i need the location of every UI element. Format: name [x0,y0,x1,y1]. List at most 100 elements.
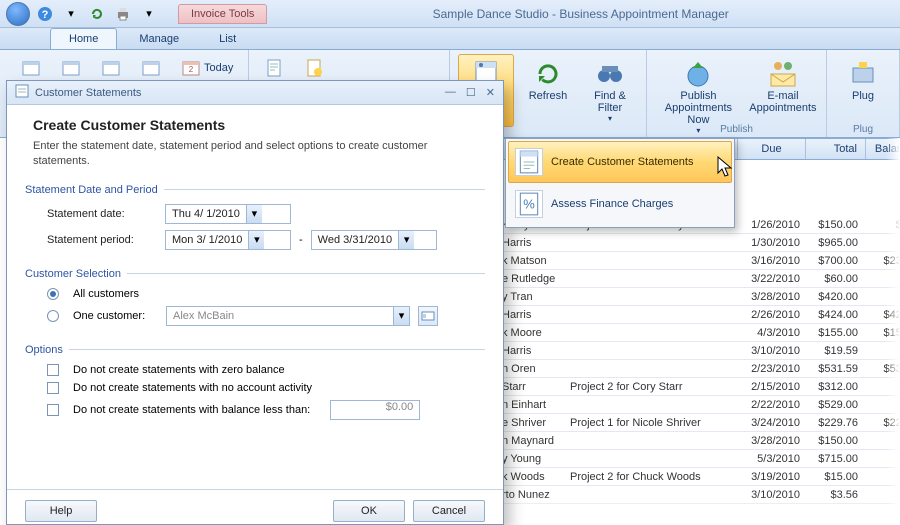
tab-list[interactable]: List [201,29,254,49]
cell-project [570,252,738,269]
section-date-period: Statement Date and Period Statement date… [25,184,485,256]
table-row[interactable]: n Einhart2/22/2010$529.00 [494,396,900,414]
stmt-date-input[interactable]: Thu 4/ 1/2010▾ [165,204,291,224]
all-customers-radio[interactable] [47,288,59,300]
table-row[interactable]: k WoodsProject 2 for Chuck Woods3/19/201… [494,468,900,486]
cell-due: 3/16/2010 [738,252,806,269]
cell-customer: rto Nunez [502,486,570,503]
table-row[interactable]: Harris1/30/2010$965.00 [494,234,900,252]
minimize-icon[interactable]: — [445,86,456,99]
print-icon[interactable] [112,3,134,25]
tab-manage[interactable]: Manage [121,29,197,49]
ribbon-cal3[interactable] [94,54,128,82]
app-title: Sample Dance Studio - Business Appointme… [267,7,894,21]
cell-due: 2/15/2010 [738,378,806,395]
plugins-label: Plug [852,90,874,102]
ribbon-cal1[interactable] [14,54,48,82]
cell-project [570,486,738,503]
cell-due: 2/23/2010 [738,360,806,377]
cell-total: $424.00 [806,306,866,323]
cell-customer: n Einhart [502,396,570,413]
chevron-down-icon[interactable]: ▾ [248,231,264,249]
table-row[interactable]: Harris3/10/2010$19.59 [494,342,900,360]
svg-text:%: % [523,196,535,211]
one-customer-radio[interactable] [47,310,59,322]
maximize-icon[interactable]: ☐ [466,86,476,99]
table-row[interactable]: Harris 2/26/2010$424.00$424 [494,306,900,324]
cell-due: 3/28/2010 [738,288,806,305]
app-orb[interactable] [6,2,30,26]
section-options: Options Do not create statements with ze… [25,344,485,426]
menu-create-statements[interactable]: Create Customer Statements [508,141,732,183]
cell-due: 2/26/2010 [738,306,806,323]
stmt-period-from-input[interactable]: Mon 3/ 1/2010▾ [165,230,291,250]
table-row[interactable]: e Rutledge3/22/2010$60.00 [494,270,900,288]
cell-customer: Harris [502,342,570,359]
opt-zero-check[interactable] [47,364,59,376]
cell-balance [866,288,900,305]
col-header-due[interactable]: Due [738,139,806,159]
cell-due: 3/24/2010 [738,414,806,431]
publish-appt-label: Publish Appointments Now [662,90,735,126]
menu-assess-charges[interactable]: % Assess Finance Charges [508,183,732,225]
opt-balance-check[interactable] [47,404,59,416]
calendar-icon [101,58,121,78]
customer-lookup-button[interactable] [418,306,438,326]
document-icon [264,58,284,78]
cancel-button[interactable]: Cancel [413,500,485,522]
table-row[interactable]: rto Nunez3/10/2010$3.56 [494,486,900,504]
opt-activity-check[interactable] [47,382,59,394]
chevron-down-icon[interactable]: ▾ [246,205,262,223]
table-row[interactable]: y Tran3/28/2010$420.00 [494,288,900,306]
cell-due: 2/22/2010 [738,396,806,413]
refresh-icon[interactable] [86,3,108,25]
refresh-button[interactable]: Refresh [520,54,576,127]
cell-balance: $424 [866,306,900,323]
opt-balance-value[interactable]: $0.00 [330,400,420,420]
cell-due: 3/22/2010 [738,270,806,287]
ribbon-today[interactable]: 2Today [174,54,240,82]
dialog-title: Customer Statements [35,87,141,99]
chevron-down-icon[interactable]: ▾ [398,231,414,249]
ok-button[interactable]: OK [333,500,405,522]
customer-select[interactable]: Alex McBain▾ [166,306,410,326]
chevron-down-icon[interactable]: ▾ [60,3,82,25]
find-filter-button[interactable]: Find & Filter▾ [582,54,638,127]
cell-total: $3.56 [806,486,866,503]
ribbon-doc1[interactable] [257,54,291,82]
ribbon-cal4[interactable] [134,54,168,82]
cell-due: 1/26/2010 [738,216,806,233]
cell-balance [866,342,900,359]
col-header-balance[interactable]: Balan [866,139,900,159]
col-header-total[interactable]: Total [806,139,866,159]
table-row[interactable]: k Matson3/16/2010$700.00$238 [494,252,900,270]
help-icon[interactable]: ? [34,3,56,25]
stmt-period-label: Statement period: [47,234,157,246]
chevron-down-icon[interactable]: ▾ [393,307,409,325]
table-row[interactable]: e ShriverProject 1 for Nicole Shriver3/2… [494,414,900,432]
cell-customer: Starr [502,378,570,395]
dialog-titlebar[interactable]: Customer Statements — ☐ ✕ [7,81,503,105]
cell-balance: $229 [866,414,900,431]
table-row[interactable]: k Moore4/3/2010$155.00$155 [494,324,900,342]
tab-home[interactable]: Home [50,28,117,49]
plugins-button[interactable]: Plug [835,54,891,106]
table-row[interactable]: n Maynard3/28/2010$150.00 [494,432,900,450]
help-button[interactable]: Help [25,500,97,522]
table-row[interactable]: n Oren2/23/2010$531.59$531 [494,360,900,378]
calendar-icon [21,58,41,78]
stmt-period-to-input[interactable]: Wed 3/31/2010▾ [311,230,437,250]
ribbon-doc2[interactable] [297,54,331,82]
cell-customer: Harris [502,306,570,323]
close-icon[interactable]: ✕ [486,86,495,99]
opt-zero-label: Do not create statements with zero balan… [73,364,285,376]
table-row[interactable]: StarrProject 2 for Cory Starr2/15/2010$3… [494,378,900,396]
ribbon-cal2[interactable] [54,54,88,82]
cell-project: Project 1 for Nicole Shriver [570,414,738,431]
dialog-footer: Help OK Cancel [7,489,503,524]
cell-project [570,288,738,305]
cell-customer: k Moore [502,324,570,341]
table-row[interactable]: y Young5/3/2010$715.00 [494,450,900,468]
qat-dropdown-icon[interactable]: ▾ [138,3,160,25]
invoice-tools-tab[interactable]: Invoice Tools [178,4,267,24]
